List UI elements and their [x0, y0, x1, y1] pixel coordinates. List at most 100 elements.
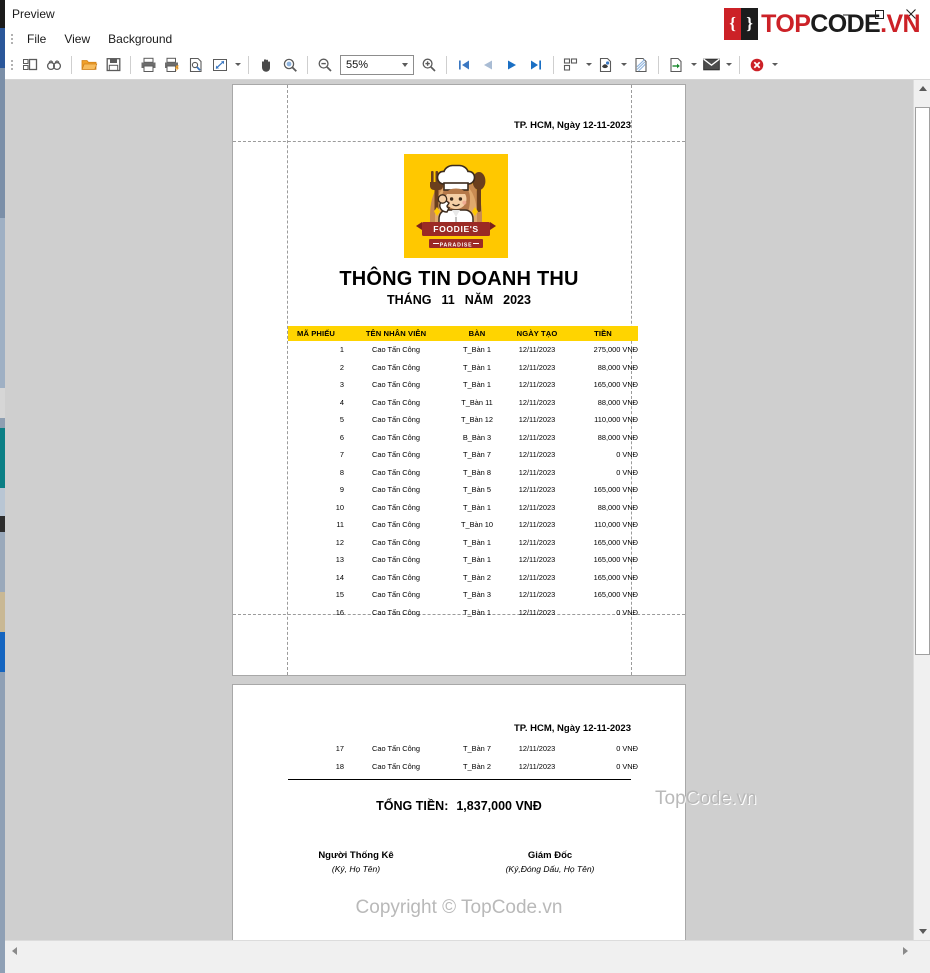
scale-icon[interactable]: [208, 53, 232, 77]
cell-ma-phieu: 18: [335, 761, 344, 771]
topcode-mark-right: }: [741, 8, 759, 40]
vertical-scrollbar[interactable]: [913, 80, 930, 940]
watermark-copyright: Copyright © TopCode.vn: [355, 897, 563, 918]
margin-guide-top: [233, 141, 685, 142]
menu-background[interactable]: Background: [99, 29, 181, 49]
find-icon[interactable]: [42, 53, 66, 77]
cell-ngay-tao: 12/11/2023: [518, 555, 556, 565]
preview-canvas[interactable]: TP. HCM, Ngày 12-11-2023 FOODIE'S PARADI…: [5, 80, 913, 940]
document-subtitle: THÁNG 11 NĂM 2023: [233, 293, 685, 307]
column-header-ma-phieu: MÃ PHIẾU: [288, 326, 344, 341]
magnifier-tool-icon[interactable]: [278, 53, 302, 77]
cell-ngay-tao: 12/11/2023: [518, 362, 556, 372]
cell-tien: 88,000 VNĐ: [597, 502, 638, 512]
window-title: Preview: [12, 7, 55, 21]
zoom-level-combobox[interactable]: 55%: [340, 54, 414, 75]
page-color-dropdown-caret-icon[interactable]: [618, 53, 629, 77]
scroll-left-icon[interactable]: [6, 943, 22, 958]
column-header-tien: TIỀN: [568, 326, 638, 341]
table-row: 13 Cao Tấn Công T_Bàn 1 12/11/2023 165,000 V…: [288, 551, 638, 569]
watermark-icon[interactable]: [629, 53, 653, 77]
vertical-scroll-thumb[interactable]: [915, 107, 930, 655]
menu-drag-handle-icon[interactable]: [7, 31, 16, 47]
horizontal-scrollbar[interactable]: [5, 940, 930, 973]
revenue-table-page1: MÃ PHIẾU TÊN NHÂN VIÊN BÀN NGÀY TẠO TIỀN…: [288, 326, 638, 621]
table-body-page1: 1 Cao Tấn Công T_Bàn 1 12/11/2023 275,000 VN…: [288, 341, 638, 621]
subtitle-month-value: 11: [441, 293, 455, 307]
cell-ten-nhan-vien: Cao Tấn Công: [372, 555, 420, 565]
print-icon[interactable]: [136, 53, 160, 77]
total-separator-rule: [288, 779, 631, 780]
svg-text:FOODIE'S: FOODIE'S: [433, 224, 479, 234]
multiple-pages-dropdown-caret-icon[interactable]: [583, 53, 594, 77]
save-icon[interactable]: [101, 53, 125, 77]
subtitle-month-label: THÁNG: [387, 293, 432, 307]
cell-ten-nhan-vien: Cao Tấn Công: [372, 520, 420, 530]
cell-tien: 88,000 VNĐ: [597, 397, 638, 407]
cell-ban: T_Bàn 8: [463, 467, 491, 477]
cell-ngay-tao: 12/11/2023: [518, 415, 556, 425]
vertical-scroll-track[interactable]: [914, 97, 930, 923]
scroll-right-icon[interactable]: [897, 943, 913, 958]
hand-tool-icon[interactable]: [254, 53, 278, 77]
zoom-dropdown-caret-icon[interactable]: [396, 56, 413, 74]
quick-print-icon[interactable]: [160, 53, 184, 77]
column-header-ngay-tao: NGÀY TẠO: [506, 326, 568, 341]
table-row: 6 Cao Tấn Công B_Bàn 3 12/11/2023 88,000 VNĐ: [288, 429, 638, 447]
cell-ten-nhan-vien: Cao Tấn Công: [372, 485, 420, 495]
cell-ma-phieu: 14: [335, 572, 344, 582]
first-page-icon[interactable]: [452, 53, 476, 77]
cell-ngay-tao: 12/11/2023: [518, 467, 556, 477]
cell-ngay-tao: 12/11/2023: [518, 744, 556, 754]
export-dropdown-caret-icon[interactable]: [688, 53, 699, 77]
table-row: 8 Cao Tấn Công T_Bàn 8 12/11/2023 0 VNĐ: [288, 464, 638, 482]
cell-ban: T_Bàn 5: [463, 485, 491, 495]
table-header-row: MÃ PHIẾU TÊN NHÂN VIÊN BÀN NGÀY TẠO TIỀN: [288, 326, 638, 341]
zoom-out-icon[interactable]: [313, 53, 337, 77]
scroll-down-icon[interactable]: [914, 923, 930, 940]
cell-ban: T_Bàn 1: [463, 502, 491, 512]
topcode-mark-icon: { }: [724, 8, 759, 40]
scale-dropdown-caret-icon[interactable]: [232, 53, 243, 77]
menu-view[interactable]: View: [55, 29, 99, 49]
horizontal-scroll-thumb[interactable]: [22, 943, 902, 958]
menu-file[interactable]: File: [18, 29, 55, 49]
toolbar-separator: [71, 55, 72, 74]
cell-ma-phieu: 4: [339, 397, 344, 407]
table-row: 10 Cao Tấn Công T_Bàn 1 12/11/2023 88,000 VN…: [288, 499, 638, 517]
close-preview-icon[interactable]: [745, 53, 769, 77]
cell-tien: 165,000 VNĐ: [593, 590, 638, 600]
next-page-icon[interactable]: [500, 53, 524, 77]
table-row: 15 Cao Tấn Công T_Bàn 3 12/11/2023 165,000 V…: [288, 586, 638, 604]
email-icon[interactable]: [699, 53, 723, 77]
cell-ma-phieu: 8: [339, 467, 344, 477]
signature-note: (Ký, Họ Tên): [331, 864, 381, 874]
cell-ban: B_Bàn 3: [462, 432, 492, 442]
email-dropdown-caret-icon[interactable]: [723, 53, 734, 77]
table-row: 4 Cao Tấn Công T_Bàn 11 12/11/2023 88,000 VN…: [288, 394, 638, 412]
total-label: TỔNG TIỀN:: [376, 799, 449, 813]
last-page-icon[interactable]: [524, 53, 548, 77]
zoom-in-icon[interactable]: [417, 53, 441, 77]
open-icon[interactable]: [77, 53, 101, 77]
page-color-icon[interactable]: [594, 53, 618, 77]
scroll-up-icon[interactable]: [914, 80, 930, 97]
cell-ngay-tao: 12/11/2023: [518, 761, 556, 771]
close-preview-dropdown-caret-icon[interactable]: [769, 53, 780, 77]
cell-ngay-tao: 12/11/2023: [518, 520, 556, 530]
page-setup-icon[interactable]: [184, 53, 208, 77]
table-row: 3 Cao Tấn Công T_Bàn 1 12/11/2023 165,000 VN…: [288, 376, 638, 394]
toolbar-separator: [553, 55, 554, 74]
cell-ten-nhan-vien: Cao Tấn Công: [372, 761, 420, 771]
thumbnails-icon[interactable]: [18, 53, 42, 77]
multiple-pages-icon[interactable]: [559, 53, 583, 77]
cell-tien: 165,000 VNĐ: [593, 572, 638, 582]
signature-role: Giám Đốc: [527, 850, 573, 861]
document-page-2: TP. HCM, Ngày 12-11-2023 17 Cao Tấn Công T…: [233, 685, 685, 940]
export-icon[interactable]: [664, 53, 688, 77]
cell-ngay-tao: 12/11/2023: [518, 432, 556, 442]
toolbar-drag-handle-icon[interactable]: [7, 57, 16, 73]
cell-ma-phieu: 16: [335, 607, 344, 617]
previous-page-icon[interactable]: [476, 53, 500, 77]
topcode-word-code: CODE: [810, 10, 881, 38]
